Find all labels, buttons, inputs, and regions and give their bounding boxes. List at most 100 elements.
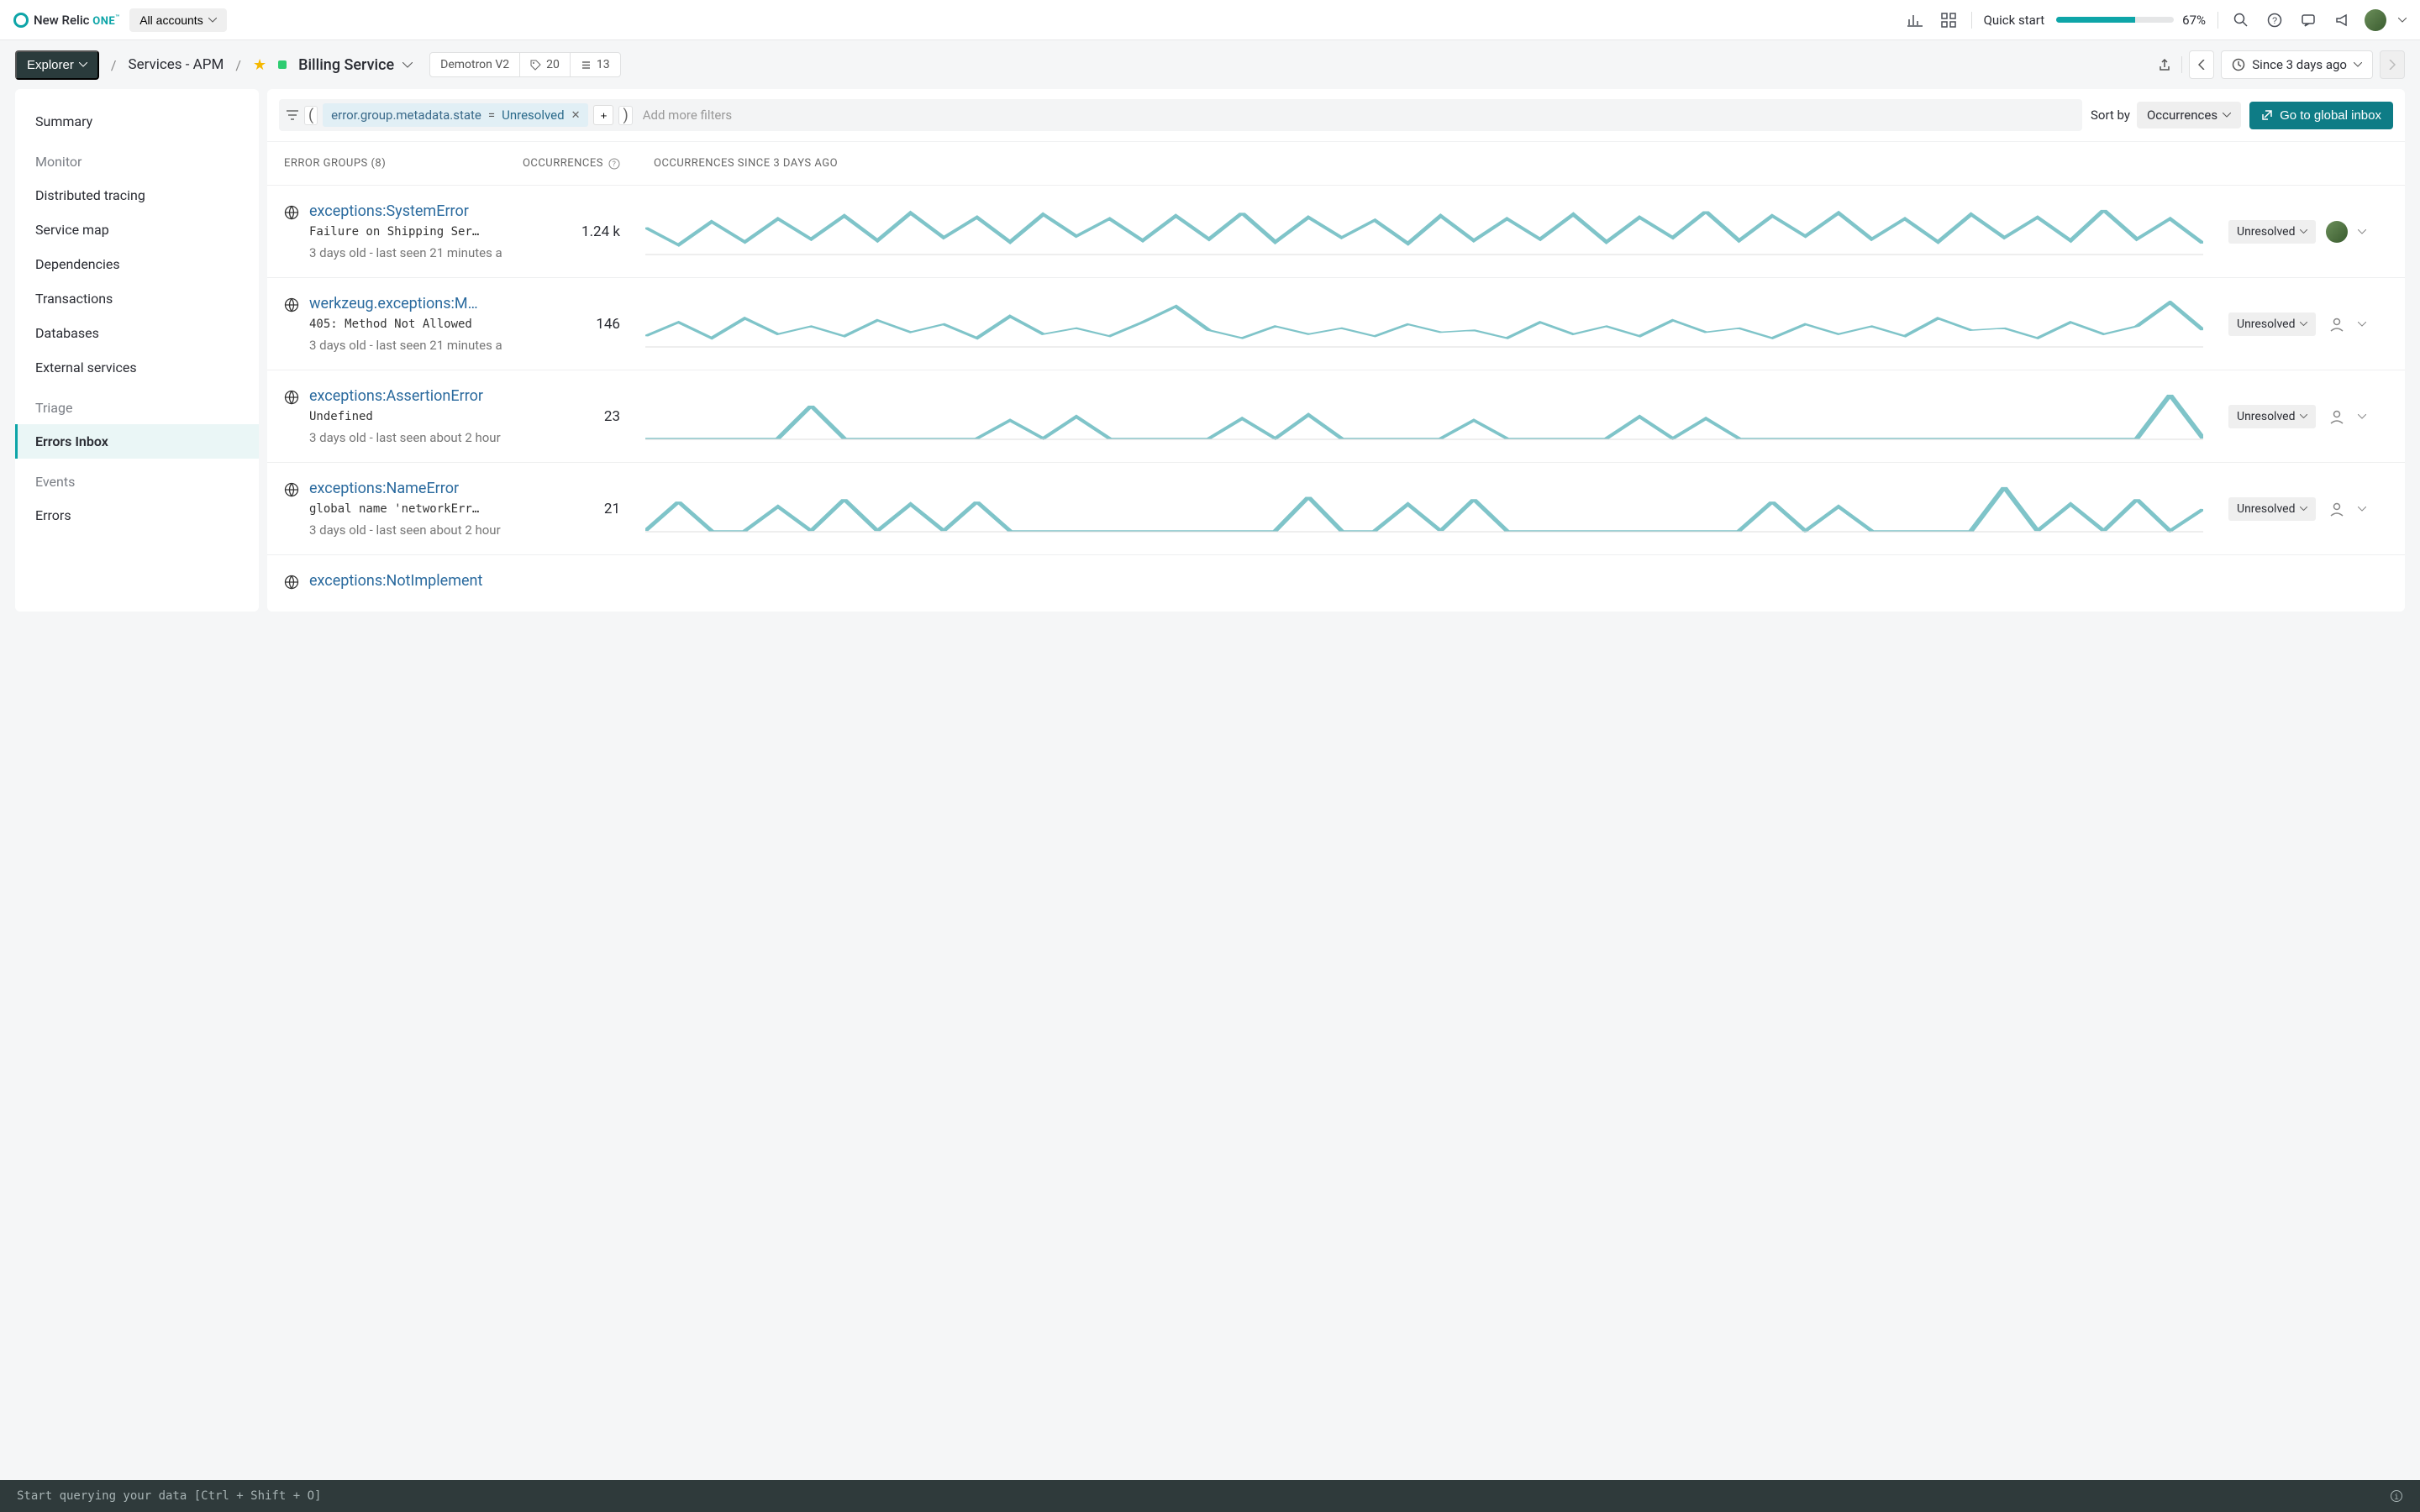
table-row[interactable]: exceptions:AssertionError Undefined 3 da…	[267, 370, 2405, 462]
help-icon[interactable]: ?	[608, 158, 620, 170]
globe-icon	[284, 575, 299, 590]
sidebar-item-service-map[interactable]: Service map	[15, 213, 259, 247]
row-menu-icon[interactable]	[2358, 414, 2366, 419]
breadcrumb-separator: /	[111, 57, 117, 73]
entities-pill[interactable]: 13	[571, 53, 620, 76]
time-prev-button[interactable]	[2189, 50, 2214, 79]
occurrence-sparkline	[620, 486, 2228, 533]
error-title[interactable]: exceptions:AssertionError	[309, 387, 486, 405]
tags-pill[interactable]: 20	[520, 53, 571, 76]
error-title[interactable]: exceptions:NameError	[309, 480, 486, 497]
share-icon[interactable]	[2154, 55, 2175, 75]
row-menu-icon[interactable]	[2358, 322, 2366, 327]
sort-by-dropdown[interactable]: Occurrences	[2137, 102, 2241, 129]
search-icon[interactable]	[2230, 9, 2252, 31]
breadcrumb-separator: /	[235, 57, 241, 73]
paren-open: (	[304, 106, 318, 125]
divider	[2181, 56, 2182, 73]
sidebar-heading-monitor: Monitor	[15, 139, 259, 178]
sidebar-item-summary[interactable]: Summary	[15, 104, 259, 139]
divider	[1971, 12, 1972, 29]
quick-start-label: Quick start	[1984, 13, 2045, 28]
brand-text: New Relic ONE™	[34, 13, 119, 28]
remove-filter-icon[interactable]: ✕	[571, 109, 581, 122]
assignee-unassigned-icon[interactable]	[2326, 498, 2348, 520]
service-meta: Demotron V2 20 13	[429, 52, 621, 77]
occurrence-count: 146	[502, 316, 620, 333]
chevron-down-icon	[79, 62, 87, 67]
filter-expression[interactable]: ( error.group.metadata.state = Unresolve…	[279, 99, 2082, 131]
env-pill[interactable]: Demotron V2	[430, 53, 520, 76]
user-avatar[interactable]	[2365, 9, 2386, 31]
status-dropdown[interactable]: Unresolved	[2228, 312, 2316, 336]
chevron-down-icon	[402, 62, 413, 68]
feedback-icon[interactable]	[2297, 9, 2319, 31]
table-row[interactable]: exceptions:NameError global name 'networ…	[267, 462, 2405, 554]
chevron-down-icon	[208, 18, 217, 23]
sidebar-item-dependencies[interactable]: Dependencies	[15, 247, 259, 281]
all-accounts-dropdown[interactable]: All accounts	[129, 8, 226, 32]
quick-start-progress[interactable]: 67%	[2056, 13, 2206, 28]
breadcrumb-bar: Explorer / Services - APM / ★ Billing Se…	[0, 40, 2420, 89]
error-title[interactable]: werkzeug.exceptions:Meth	[309, 295, 486, 312]
occurrence-sparkline	[620, 208, 2228, 255]
error-title[interactable]: exceptions:SystemError	[309, 202, 486, 220]
status-dropdown[interactable]: Unresolved	[2228, 497, 2316, 521]
sidebar-item-errors[interactable]: Errors	[15, 498, 259, 533]
sidebar-item-external-services[interactable]: External services	[15, 350, 259, 385]
sidebar-item-distributed-tracing[interactable]: Distributed tracing	[15, 178, 259, 213]
filter-chip[interactable]: error.group.metadata.state = Unresolved …	[323, 103, 588, 127]
chevron-down-icon	[2300, 229, 2307, 234]
announce-icon[interactable]	[2331, 9, 2353, 31]
chevron-down-icon[interactable]	[2398, 18, 2407, 23]
explorer-dropdown[interactable]: Explorer	[15, 50, 99, 80]
time-range-picker[interactable]: Since 3 days ago	[2221, 50, 2373, 79]
info-icon[interactable]: i	[2390, 1489, 2403, 1503]
sidebar-item-transactions[interactable]: Transactions	[15, 281, 259, 316]
th-occurrences: OCCURRENCES ?	[502, 157, 620, 170]
sidebar-item-errors-inbox[interactable]: Errors Inbox	[15, 424, 259, 459]
svg-text:?: ?	[613, 160, 617, 169]
table-row[interactable]: exceptions:SystemError Failure on Shippi…	[267, 185, 2405, 277]
sidebar-heading-events: Events	[15, 459, 259, 498]
row-menu-icon[interactable]	[2358, 507, 2366, 512]
error-title[interactable]: exceptions:NotImplement	[309, 572, 482, 590]
row-menu-icon[interactable]	[2358, 229, 2366, 234]
globe-icon	[284, 297, 299, 312]
add-filter-button[interactable]: +	[593, 105, 613, 125]
assignee-unassigned-icon[interactable]	[2326, 313, 2348, 335]
brand-logo[interactable]: New Relic ONE™	[13, 13, 119, 28]
tag-icon	[530, 60, 541, 71]
assignee-avatar[interactable]	[2326, 221, 2348, 243]
progress-percent: 67%	[2182, 13, 2206, 28]
status-dropdown[interactable]: Unresolved	[2228, 220, 2316, 244]
table-row[interactable]: werkzeug.exceptions:Meth 405: Method Not…	[267, 277, 2405, 370]
occurrence-sparkline	[620, 301, 2228, 348]
error-age: 3 days old - last seen 21 minutes a	[309, 245, 502, 260]
go-to-global-inbox-button[interactable]: Go to global inbox	[2249, 102, 2393, 129]
apps-grid-icon[interactable]	[1938, 9, 1960, 31]
status-dropdown[interactable]: Unresolved	[2228, 405, 2316, 428]
filter-placeholder[interactable]: Add more filters	[643, 108, 732, 123]
chevron-down-icon	[2300, 507, 2307, 511]
divider	[2217, 12, 2218, 29]
service-name-dropdown[interactable]: Billing Service	[298, 56, 413, 74]
error-age: 3 days old - last seen about 2 hour	[309, 430, 501, 445]
query-bar-text: Start querying your data [Ctrl + Shift +…	[17, 1489, 321, 1503]
star-icon[interactable]: ★	[253, 56, 266, 74]
time-next-button[interactable]	[2380, 50, 2405, 79]
breadcrumb-services[interactable]: Services - APM	[128, 56, 224, 73]
table-row[interactable]: exceptions:NotImplement	[267, 554, 2405, 612]
assignee-unassigned-icon[interactable]	[2326, 406, 2348, 428]
sidebar-item-databases[interactable]: Databases	[15, 316, 259, 350]
occurrence-count: 21	[502, 501, 620, 517]
error-rows: exceptions:SystemError Failure on Shippi…	[267, 185, 2405, 612]
clock-icon	[2232, 58, 2245, 71]
health-indicator-icon	[278, 60, 287, 69]
chevron-down-icon	[2354, 62, 2362, 67]
help-icon[interactable]: ?	[2264, 9, 2286, 31]
svg-text:i: i	[2394, 1493, 2399, 1502]
logo-ring-icon	[13, 13, 29, 28]
query-bar[interactable]: Start querying your data [Ctrl + Shift +…	[0, 1480, 2420, 1512]
chart-icon[interactable]	[1904, 9, 1926, 31]
